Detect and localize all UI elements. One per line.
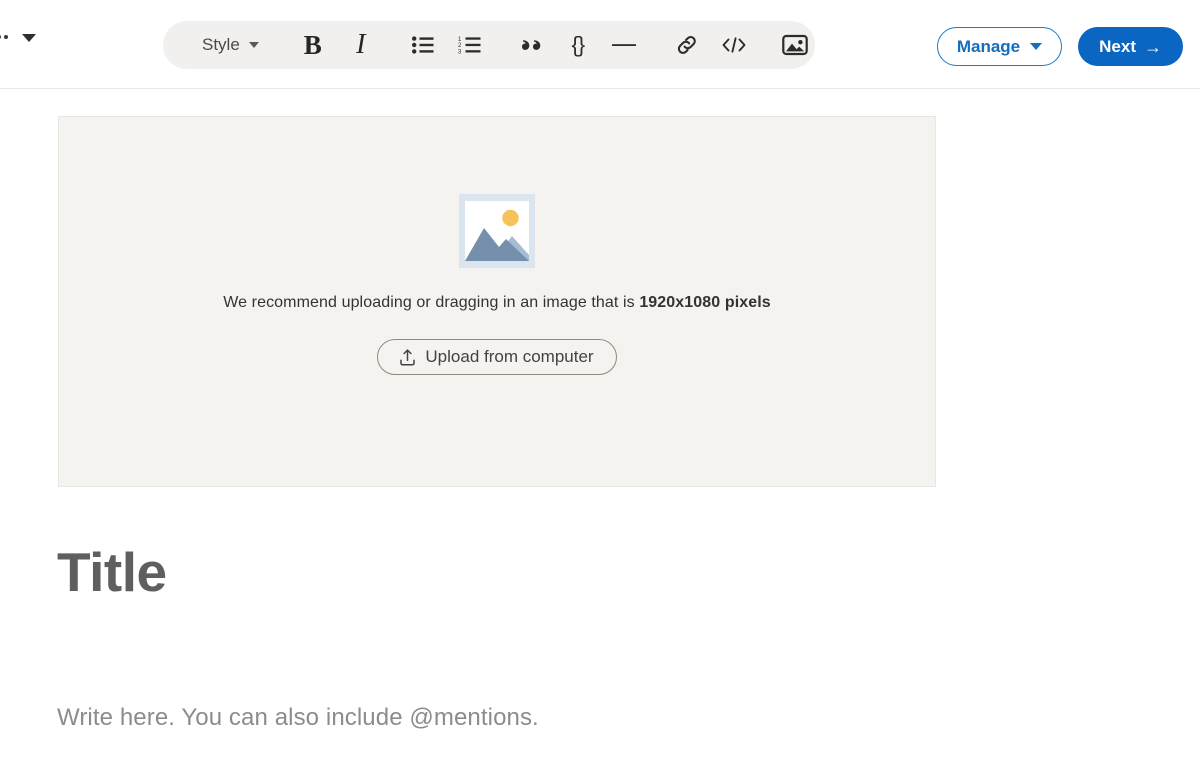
embed-code-button[interactable] (717, 28, 751, 62)
upload-from-computer-button[interactable]: Upload from computer (377, 339, 617, 375)
numbered-list-button[interactable]: 1 2 3 (453, 28, 487, 62)
bulleted-list-icon (411, 36, 434, 54)
insert-image-button[interactable] (778, 28, 812, 62)
style-dropdown[interactable]: Style (200, 31, 261, 59)
chevron-down-icon (248, 42, 259, 48)
cover-image-dropzone[interactable]: We recommend uploading or dragging in an… (58, 116, 936, 487)
article-title-input[interactable]: Title (57, 545, 167, 600)
image-placeholder-icon (459, 194, 535, 268)
upload-button-label: Upload from computer (425, 347, 594, 366)
link-icon (677, 35, 696, 54)
next-button[interactable]: Next → (1078, 27, 1183, 66)
overflow-ellipsis-icon[interactable] (0, 34, 8, 42)
svg-text:1: 1 (458, 37, 462, 43)
article-body-input[interactable]: Write here. You can also include @mentio… (57, 704, 539, 732)
next-button-label: Next (1099, 36, 1136, 56)
quote-button[interactable] (515, 28, 549, 62)
svg-text:2: 2 (458, 43, 462, 49)
formatting-toolbar-pill: Style B I 1 2 3 {} (163, 21, 815, 69)
bulleted-list-button[interactable] (406, 28, 440, 62)
overflow-menu-cluster[interactable] (0, 20, 36, 56)
italic-button[interactable]: I (344, 28, 378, 62)
italic-icon: I (356, 29, 366, 60)
chevron-down-icon (1030, 43, 1043, 50)
svg-text:3: 3 (458, 50, 462, 54)
recommend-text: We recommend uploading or dragging in an… (223, 294, 771, 312)
article-canvas: We recommend uploading or dragging in an… (0, 89, 1200, 767)
bold-button[interactable]: B (296, 28, 330, 62)
horizontal-rule-button[interactable] (607, 28, 641, 62)
recommend-dimensions: 1920x1080 pixels (639, 294, 771, 311)
arrow-right-icon: → (1144, 36, 1162, 57)
link-button[interactable] (670, 28, 704, 62)
horizontal-rule-icon (611, 44, 636, 46)
bold-icon: B (303, 29, 322, 60)
manage-button[interactable]: Manage (936, 27, 1063, 66)
chevron-down-icon[interactable] (22, 34, 36, 42)
numbered-list-icon: 1 2 3 (458, 37, 481, 54)
quote-icon (521, 40, 541, 50)
upload-tray-icon (400, 348, 416, 365)
code-block-button[interactable]: {} (561, 28, 595, 62)
toolbar-actions: Manage Next → (936, 27, 1183, 66)
editor-toolbar: Style B I 1 2 3 {} Manage Next → (0, 0, 1200, 89)
manage-button-label: Manage (956, 36, 1021, 56)
style-dropdown-label: Style (202, 35, 240, 54)
image-icon (781, 34, 808, 56)
code-block-icon: {} (571, 32, 585, 57)
embed-code-icon (722, 37, 746, 53)
recommend-prefix: We recommend uploading or dragging in an… (223, 294, 635, 311)
